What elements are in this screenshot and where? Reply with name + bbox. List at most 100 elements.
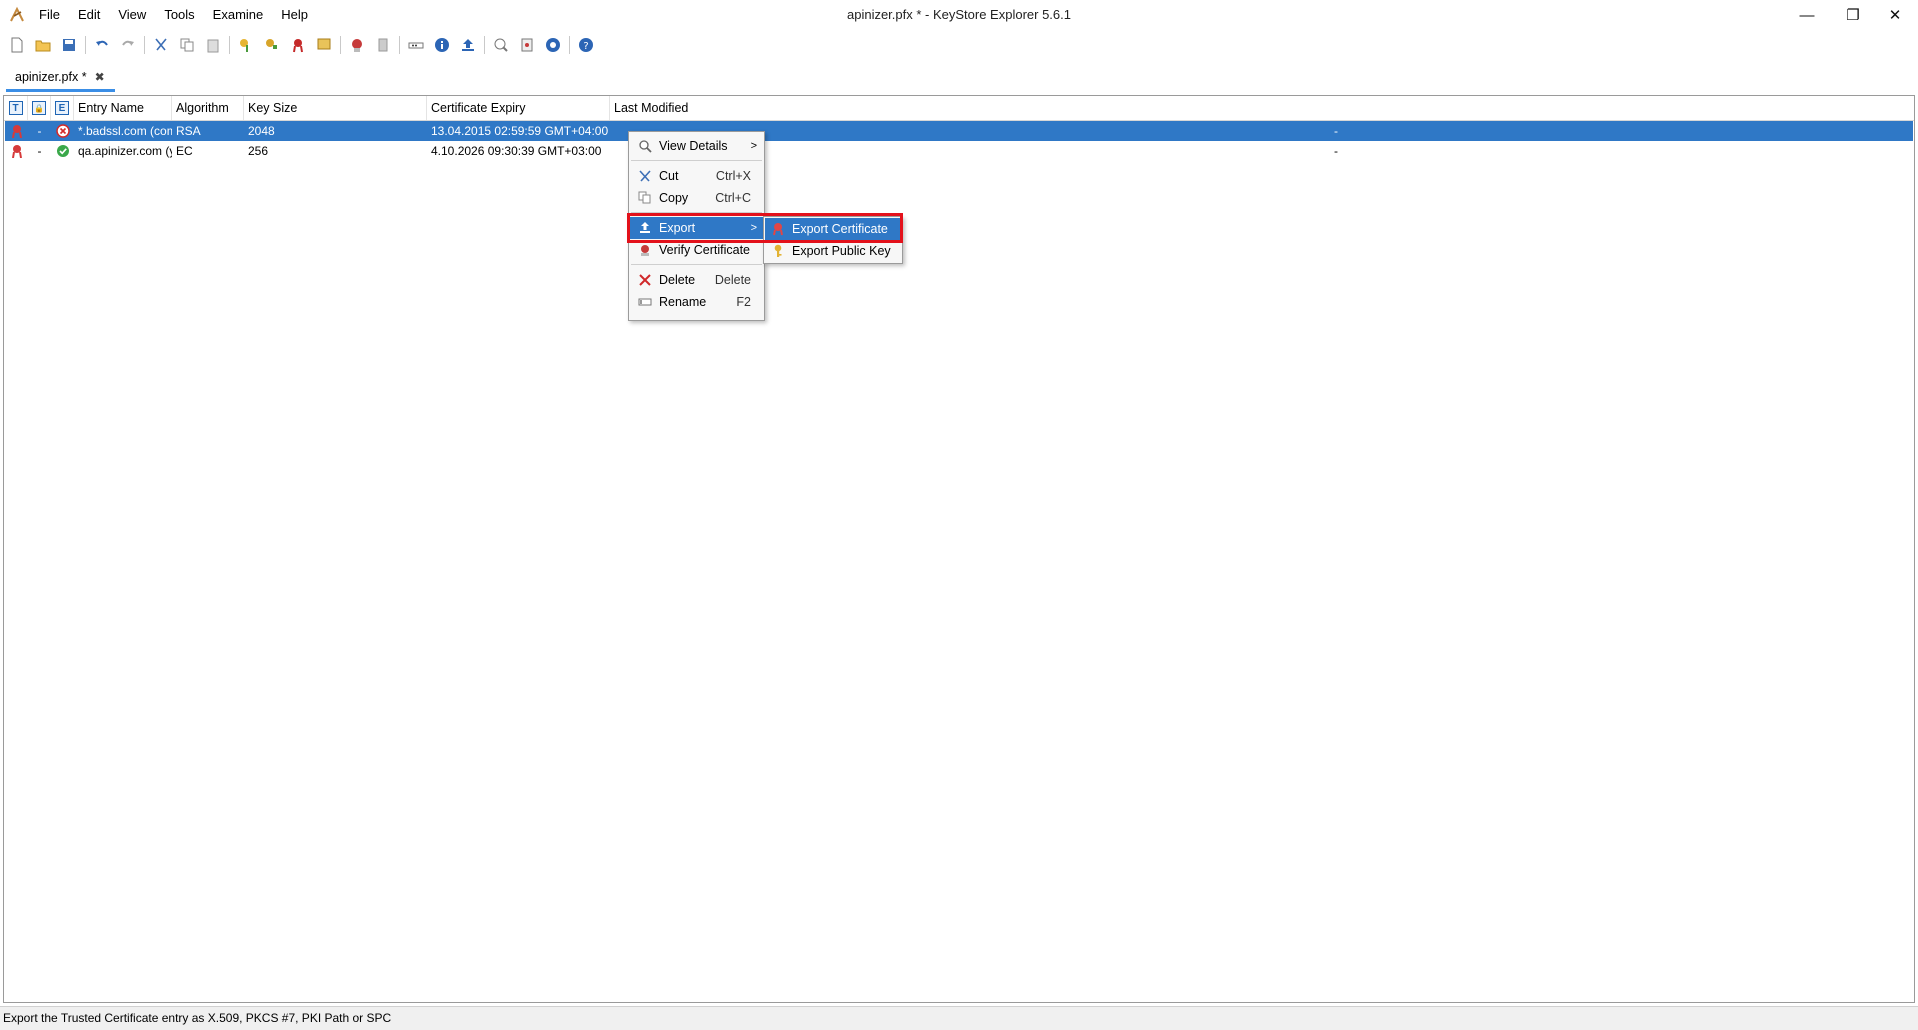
tab-label: apinizer.pfx * <box>15 69 87 84</box>
new-icon[interactable] <box>4 33 30 57</box>
algorithm: EC <box>176 144 193 158</box>
toolbar-separator <box>399 36 400 54</box>
column-header-algorithm[interactable]: Algorithm <box>172 96 244 120</box>
trusted-certificate-icon <box>5 141 28 161</box>
generate-secret-key-icon[interactable] <box>259 33 285 57</box>
magnifier-icon <box>635 139 655 153</box>
toolbar-separator <box>569 36 570 54</box>
cert-expiry: 4.10.2026 09:30:39 GMT+03:00 <box>431 144 602 158</box>
help-icon[interactable]: ? <box>573 33 599 57</box>
close-icon[interactable]: ✖ <box>95 70 105 84</box>
menu-item-export-certificate[interactable]: Export Certificate <box>765 218 901 240</box>
import-trusted-cert-icon[interactable] <box>285 33 311 57</box>
rename-icon <box>635 295 655 309</box>
title-bar: File Edit View Tools Examine Help apiniz… <box>0 0 1918 30</box>
table-row[interactable]: - qa.apinizer.com (ye2) EC 256 4.10.2026… <box>5 141 1913 161</box>
column-header-lock[interactable]: 🔒 <box>28 96 51 120</box>
copy-icon <box>635 191 655 205</box>
key-size: 256 <box>248 144 269 158</box>
lock-status: - <box>37 124 42 138</box>
toolbar-separator <box>340 36 341 54</box>
toolbar-separator <box>229 36 230 54</box>
menu-file[interactable]: File <box>30 0 69 30</box>
menu-item-copy[interactable]: Copy Ctrl+C <box>630 187 763 209</box>
app-logo-icon[interactable] <box>8 6 26 24</box>
type-column-icon: T <box>8 101 23 115</box>
lock-status: - <box>37 144 42 158</box>
examine-cert-icon[interactable] <box>514 33 540 57</box>
tab-apinizer-pfx[interactable]: apinizer.pfx * ✖ <box>6 64 115 92</box>
column-header-expiry-status[interactable]: E <box>51 96 74 120</box>
export-icon[interactable] <box>455 33 481 57</box>
column-header-type[interactable]: T <box>4 96 28 120</box>
examine-clipboard-icon[interactable] <box>370 33 396 57</box>
toolbar-separator <box>85 36 86 54</box>
maximize-button[interactable]: ❐ <box>1830 0 1876 30</box>
cut-icon <box>635 169 655 183</box>
algorithm: RSA <box>176 124 201 138</box>
menu-item-export-public-key[interactable]: Export Public Key <box>765 240 901 262</box>
cut-icon[interactable] <box>148 33 174 57</box>
minimize-button[interactable]: — <box>1784 0 1830 30</box>
redo-icon[interactable] <box>115 33 141 57</box>
menu-item-delete[interactable]: Delete Delete <box>630 269 763 291</box>
generate-keypair-icon[interactable] <box>233 33 259 57</box>
chevron-right-icon: > <box>750 140 757 152</box>
toolbar-separator <box>484 36 485 54</box>
keystore-table: T 🔒 E Entry Name Algorithm Key Size Cert… <box>3 95 1915 1003</box>
menu-examine[interactable]: Examine <box>204 0 273 30</box>
lock-column-icon: 🔒 <box>32 101 46 115</box>
context-menu: View Details > Cut Ctrl+X Copy Ctrl+C Ex… <box>628 131 765 321</box>
paste-icon[interactable] <box>200 33 226 57</box>
properties-icon[interactable] <box>429 33 455 57</box>
open-icon[interactable] <box>30 33 56 57</box>
menu-help[interactable]: Help <box>272 0 317 30</box>
table-row[interactable]: - *.badssl.com (com... RSA 2048 13.04.20… <box>5 121 1913 141</box>
trusted-certificate-icon <box>5 121 28 141</box>
key-icon <box>770 244 786 258</box>
tab-bar: apinizer.pfx * ✖ <box>0 64 1918 92</box>
toolbar: ? <box>0 32 1918 58</box>
column-header-last-modified[interactable]: Last Modified <box>610 96 1912 120</box>
table-header: T 🔒 E Entry Name Algorithm Key Size Cert… <box>4 96 1914 121</box>
copy-icon[interactable] <box>174 33 200 57</box>
toolbar-separator <box>144 36 145 54</box>
examine-file-icon[interactable] <box>344 33 370 57</box>
entry-name: *.badssl.com (com... <box>78 124 172 138</box>
save-icon[interactable] <box>56 33 82 57</box>
column-header-key-size[interactable]: Key Size <box>244 96 427 120</box>
menu-item-verify-certificate[interactable]: Verify Certificate <box>630 239 763 261</box>
last-modified: - <box>1334 124 1338 138</box>
entry-name: qa.apinizer.com (ye2) <box>78 144 172 158</box>
certificate-icon <box>770 222 786 236</box>
menu-item-export[interactable]: Export > <box>630 217 763 239</box>
menu-item-cut[interactable]: Cut Ctrl+X <box>630 165 763 187</box>
column-header-entry-name[interactable]: Entry Name <box>74 96 172 120</box>
svg-text:?: ? <box>583 41 588 52</box>
menu-bar: File Edit View Tools Examine Help <box>30 0 317 30</box>
menu-separator <box>631 212 762 213</box>
export-submenu: Export Certificate Export Public Key <box>763 216 903 264</box>
examine-ssl-icon[interactable] <box>488 33 514 57</box>
certificate-verify-icon <box>635 243 655 257</box>
menu-view[interactable]: View <box>109 0 155 30</box>
menu-tools[interactable]: Tools <box>155 0 203 30</box>
status-bar: Export the Trusted Certificate entry as … <box>0 1006 1918 1030</box>
delete-icon <box>635 273 655 287</box>
menu-item-rename[interactable]: Rename F2 <box>630 291 763 313</box>
expiry-column-icon: E <box>55 101 69 115</box>
export-icon <box>635 221 655 235</box>
import-keypair-icon[interactable] <box>311 33 337 57</box>
valid-check-icon <box>51 141 74 161</box>
chevron-right-icon: > <box>750 222 757 234</box>
set-password-icon[interactable] <box>403 33 429 57</box>
column-header-cert-expiry[interactable]: Certificate Expiry <box>427 96 610 120</box>
examine-crl-icon[interactable] <box>540 33 566 57</box>
menu-item-view-details[interactable]: View Details > <box>630 135 763 157</box>
close-window-button[interactable]: ✕ <box>1872 0 1918 30</box>
last-modified: - <box>1334 144 1338 158</box>
menu-separator <box>631 264 762 265</box>
undo-icon[interactable] <box>89 33 115 57</box>
key-size: 2048 <box>248 124 275 138</box>
menu-edit[interactable]: Edit <box>69 0 109 30</box>
